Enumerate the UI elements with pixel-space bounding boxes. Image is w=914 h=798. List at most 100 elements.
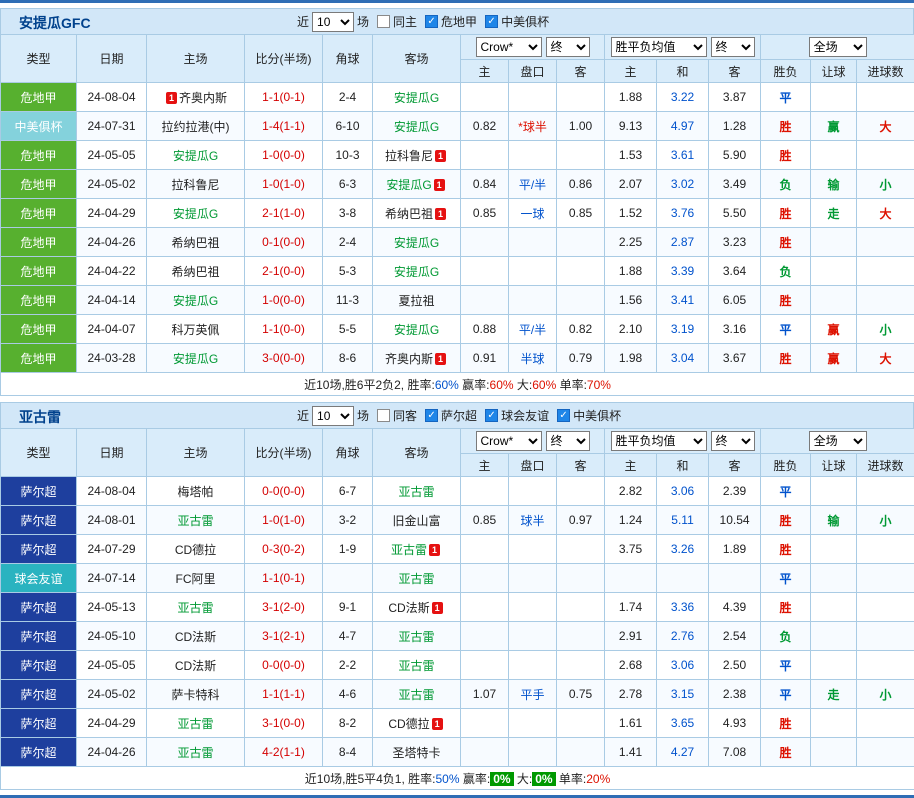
result-goals (857, 286, 914, 315)
away-team-link[interactable]: 亚古雷1 (391, 543, 442, 557)
home-team-link[interactable]: 希纳巴祖 (171, 265, 219, 279)
recent-count-select[interactable]: 10 (312, 406, 354, 426)
match-score[interactable]: 0-1(0-0) (245, 228, 323, 257)
away-team-link[interactable]: 安提瓜G (394, 120, 439, 134)
red-badge-icon: 1 (432, 718, 443, 730)
match-score[interactable]: 1-0(1-0) (245, 506, 323, 535)
match-score[interactable]: 1-4(1-1) (245, 112, 323, 141)
away-team-cell: 拉科鲁尼1 (373, 141, 461, 170)
filter-checkbox-0[interactable] (377, 409, 390, 422)
away-team-link[interactable]: 希纳巴祖1 (385, 207, 448, 221)
home-team-link[interactable]: 萨卡特科 (171, 688, 219, 702)
corner-score: 8-4 (323, 738, 373, 767)
odds-source-select[interactable]: Crow* (476, 37, 542, 57)
match-score[interactable]: 1-1(0-1) (245, 83, 323, 112)
home-team-link[interactable]: 梅塔帕 (177, 485, 213, 499)
odds-final-select[interactable]: 终 (546, 431, 590, 451)
match-score[interactable]: 4-2(1-1) (245, 738, 323, 767)
tbody: 萨尔超24-08-04梅塔帕0-0(0-0)6-7亚古雷2.823.062.39… (1, 477, 914, 767)
away-team-link[interactable]: CD德拉1 (388, 717, 444, 731)
recent-count-select[interactable]: 10 (312, 12, 354, 32)
result-handicap: 输 (811, 506, 857, 535)
match-score[interactable]: 1-0(0-0) (245, 141, 323, 170)
match-score[interactable]: 0-0(0-0) (245, 651, 323, 680)
away-team-link[interactable]: CD法斯1 (388, 601, 444, 615)
scope-select[interactable]: 全场 (809, 431, 867, 451)
sub-header-6: 胜负 (761, 454, 811, 477)
home-team-link[interactable]: CD法斯 (175, 659, 216, 673)
odds-source-select[interactable]: Crow* (476, 431, 542, 451)
match-score[interactable]: 0-3(0-2) (245, 535, 323, 564)
col-header-5: 客场 (373, 35, 461, 83)
filter-checkbox-1[interactable]: ✓ (425, 409, 438, 422)
away-team-link[interactable]: 圣塔特卡 (392, 746, 440, 760)
away-team-link[interactable]: 亚古雷 (398, 659, 434, 673)
home-team-link[interactable]: 安提瓜G (173, 149, 218, 163)
match-score[interactable]: 1-0(0-0) (245, 286, 323, 315)
home-team-link[interactable]: 安提瓜G (173, 207, 218, 221)
odds-handicap (509, 564, 557, 593)
filter-checkbox-2[interactable]: ✓ (485, 15, 498, 28)
home-team-link[interactable]: 希纳巴祖 (171, 236, 219, 250)
home-team-link[interactable]: 拉约拉港(中) (162, 120, 230, 134)
home-team-link[interactable]: 亚古雷 (177, 514, 213, 528)
match-score[interactable]: 3-1(2-1) (245, 622, 323, 651)
avg-final-select[interactable]: 终 (711, 431, 755, 451)
away-team-link[interactable]: 安提瓜G1 (386, 178, 446, 192)
odds-home: 1.07 (461, 680, 509, 709)
away-team-link[interactable]: 亚古雷 (398, 630, 434, 644)
away-team-link[interactable]: 旧金山富 (392, 514, 440, 528)
away-team-link[interactable]: 齐奥内斯1 (385, 352, 448, 366)
home-team-link[interactable]: CD德拉 (175, 543, 216, 557)
match-score[interactable]: 1-1(0-0) (245, 315, 323, 344)
home-team-link[interactable]: 1齐奥内斯 (164, 91, 227, 105)
match-score[interactable]: 0-0(0-0) (245, 477, 323, 506)
avg-source-select[interactable]: 胜平负均值 (611, 431, 707, 451)
home-team-link[interactable]: 亚古雷 (177, 746, 213, 760)
odds-final-select[interactable]: 终 (546, 37, 590, 57)
home-team-cell: CD法斯 (147, 651, 245, 680)
away-team-link[interactable]: 安提瓜G (394, 236, 439, 250)
match-score[interactable]: 3-1(0-0) (245, 709, 323, 738)
home-team-link[interactable]: 科万英佩 (171, 323, 219, 337)
scope-select[interactable]: 全场 (809, 37, 867, 57)
avg-home: 3.75 (605, 535, 657, 564)
home-team-link[interactable]: 亚古雷 (177, 717, 213, 731)
avg-final-select[interactable]: 终 (711, 37, 755, 57)
avg-source-select[interactable]: 胜平负均值 (611, 37, 707, 57)
away-team-link[interactable]: 安提瓜G (394, 323, 439, 337)
home-team-link[interactable]: 安提瓜G (173, 352, 218, 366)
match-score[interactable]: 1-0(1-0) (245, 170, 323, 199)
filter-checkbox-2[interactable]: ✓ (485, 409, 498, 422)
filter-checkbox-3[interactable]: ✓ (557, 409, 570, 422)
odds-home (461, 651, 509, 680)
away-team-link[interactable]: 亚古雷 (398, 485, 434, 499)
home-team-link[interactable]: 拉科鲁尼 (171, 178, 219, 192)
match-score[interactable]: 3-0(0-0) (245, 344, 323, 373)
match-score[interactable]: 3-1(2-0) (245, 593, 323, 622)
away-team-link[interactable]: 安提瓜G (394, 265, 439, 279)
away-team-link[interactable]: 亚古雷 (398, 572, 434, 586)
home-team-link[interactable]: 安提瓜G (173, 294, 218, 308)
away-team-link[interactable]: 夏拉祖 (398, 294, 434, 308)
match-score[interactable]: 2-1(1-0) (245, 199, 323, 228)
away-team-link[interactable]: 拉科鲁尼1 (385, 149, 448, 163)
league-cell: 危地甲 (1, 228, 77, 257)
avg-draw: 4.97 (657, 112, 709, 141)
filter-checkbox-0[interactable] (377, 15, 390, 28)
summary-segment: 0% (532, 772, 555, 786)
away-team-link[interactable]: 安提瓜G (394, 91, 439, 105)
match-score[interactable]: 1-1(0-1) (245, 564, 323, 593)
away-team-link[interactable]: 亚古雷 (398, 688, 434, 702)
tr: 类型日期主场比分(半场)角球客场Crow*终胜平负均值终全场 (1, 35, 914, 60)
home-team-link[interactable]: FC阿里 (176, 572, 216, 586)
home-team-link[interactable]: CD法斯 (175, 630, 216, 644)
match-score[interactable]: 2-1(0-0) (245, 257, 323, 286)
games-label: 场 (357, 13, 369, 30)
match-date: 24-05-10 (77, 622, 147, 651)
match-score[interactable]: 1-1(1-1) (245, 680, 323, 709)
home-team-cell: 亚古雷 (147, 593, 245, 622)
result-goals (857, 141, 914, 170)
home-team-link[interactable]: 亚古雷 (177, 601, 213, 615)
filter-checkbox-1[interactable]: ✓ (425, 15, 438, 28)
